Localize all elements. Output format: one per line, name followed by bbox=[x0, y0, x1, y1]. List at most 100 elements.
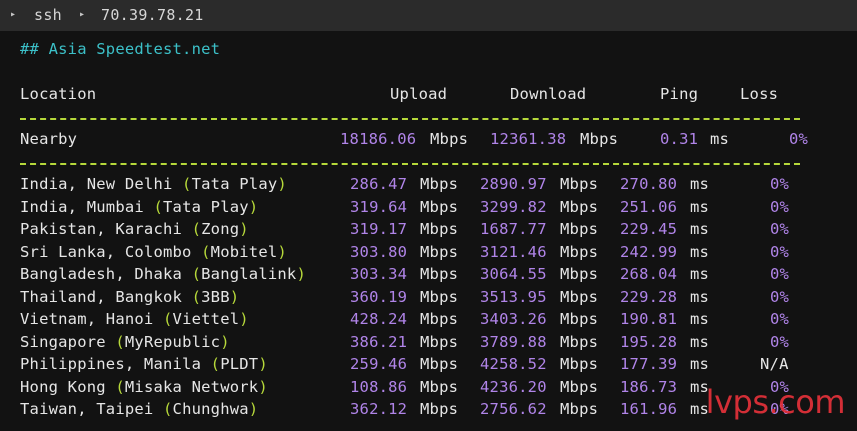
row-loss: 0% bbox=[770, 242, 790, 261]
row-loss: 0% bbox=[770, 332, 790, 351]
watermark: lvps.com bbox=[705, 383, 846, 421]
row-upload-value: 319.64 bbox=[350, 197, 408, 216]
row-isp: Viettel bbox=[172, 310, 240, 328]
header-upload: Upload bbox=[390, 85, 448, 103]
row-upload-value: 319.17 bbox=[350, 220, 408, 238]
row-isp: Banglalink bbox=[201, 265, 297, 283]
nearby-location: Nearby bbox=[20, 130, 78, 148]
row-ping-unit: ms bbox=[690, 310, 710, 328]
row-upload-value: 428.24 bbox=[350, 310, 408, 328]
row-location: Hong Kong (Misaka Network) bbox=[20, 378, 268, 396]
row-loss: 0% bbox=[770, 220, 790, 238]
paren-close: ) bbox=[258, 355, 268, 373]
row-download-value: 3789.88 bbox=[480, 332, 547, 351]
row-location: India, New Delhi (Tata Play) bbox=[20, 175, 287, 193]
row-download-unit: Mbps bbox=[560, 197, 599, 216]
nearby-ping-value: 0.31 bbox=[660, 130, 699, 148]
row-place: Singapore bbox=[20, 332, 116, 351]
paren-close: ) bbox=[277, 175, 287, 193]
triangle-right-icon: ▸ bbox=[79, 9, 86, 20]
row-place: Hong Kong bbox=[20, 377, 116, 396]
paren-open: ( bbox=[162, 310, 173, 328]
paren-open: ( bbox=[115, 332, 125, 351]
row-location: Pakistan, Karachi (Zong) bbox=[20, 220, 249, 238]
divider bbox=[20, 118, 800, 120]
row-place: Thailand, Bangkok bbox=[20, 287, 192, 306]
row-ping-unit: ms bbox=[690, 287, 710, 306]
header-loss: Loss bbox=[740, 85, 779, 103]
row-ping-value: 251.06 bbox=[620, 197, 678, 216]
paren-open: ( bbox=[153, 197, 163, 216]
row-ping-unit: ms bbox=[690, 242, 710, 261]
paren-open: ( bbox=[162, 400, 173, 418]
row-download-value: 1687.77 bbox=[480, 220, 547, 238]
row-location: Thailand, Bangkok (3BB) bbox=[20, 288, 239, 306]
row-download-unit: Mbps bbox=[560, 310, 599, 328]
row-download-unit: Mbps bbox=[560, 265, 599, 283]
row-upload-unit: Mbps bbox=[420, 175, 459, 193]
header-download: Download bbox=[510, 85, 587, 103]
row-ping-unit: ms bbox=[690, 175, 710, 193]
nearby-loss: 0% bbox=[789, 130, 809, 148]
row-download-unit: Mbps bbox=[560, 220, 599, 238]
breadcrumb-host[interactable]: 70.39.78.21 bbox=[101, 6, 204, 24]
row-isp: 3BB bbox=[201, 287, 230, 306]
row-loss: 0% bbox=[770, 287, 790, 306]
row-download-unit: Mbps bbox=[560, 400, 599, 418]
row-ping-value: 270.80 bbox=[620, 175, 678, 193]
row-download-value: 3299.82 bbox=[480, 197, 547, 216]
row-download-value: 3513.95 bbox=[480, 287, 547, 306]
row-loss: N/A bbox=[760, 355, 789, 373]
row-download-value: 3403.26 bbox=[480, 310, 547, 328]
row-download-unit: Mbps bbox=[560, 377, 599, 396]
row-ping-unit: ms bbox=[690, 332, 710, 351]
row-ping-unit: ms bbox=[690, 265, 710, 283]
row-upload-unit: Mbps bbox=[420, 400, 459, 418]
row-upload-value: 360.19 bbox=[350, 287, 408, 306]
row-upload-unit: Mbps bbox=[420, 310, 459, 328]
row-download-unit: Mbps bbox=[560, 242, 599, 261]
row-loss: 0% bbox=[770, 310, 790, 328]
row-download-value: 2890.97 bbox=[480, 175, 547, 193]
row-isp: Mobitel bbox=[210, 242, 278, 261]
row-download-value: 3121.46 bbox=[480, 242, 547, 261]
row-upload-value: 259.46 bbox=[350, 355, 408, 373]
paren-close: ) bbox=[220, 332, 230, 351]
row-ping-unit: ms bbox=[690, 355, 710, 373]
row-upload-unit: Mbps bbox=[420, 355, 459, 373]
terminal-tab-bar: ▸ ssh ▸ 70.39.78.21 bbox=[0, 0, 857, 31]
paren-close: ) bbox=[239, 310, 249, 328]
row-download-value: 3064.55 bbox=[480, 265, 547, 283]
row-place: India, New Delhi bbox=[20, 175, 183, 193]
row-isp: MyRepublic bbox=[124, 332, 221, 351]
row-upload-unit: Mbps bbox=[420, 220, 459, 238]
row-ping-value: 195.28 bbox=[620, 332, 678, 351]
row-loss: 0% bbox=[770, 175, 790, 193]
row-place: Pakistan, Karachi bbox=[20, 220, 192, 238]
row-loss: 0% bbox=[770, 265, 790, 283]
row-location: Taiwan, Taipei (Chunghwa) bbox=[20, 400, 258, 418]
paren-close: ) bbox=[296, 265, 306, 283]
row-place: Taiwan, Taipei bbox=[20, 400, 163, 418]
row-ping-value: 177.39 bbox=[620, 355, 678, 373]
row-download-value: 4236.20 bbox=[480, 377, 547, 396]
row-ping-unit: ms bbox=[690, 220, 710, 238]
row-isp: Misaka Network bbox=[124, 377, 259, 396]
row-upload-unit: Mbps bbox=[420, 377, 459, 396]
breadcrumb-ssh[interactable]: ssh bbox=[34, 6, 62, 24]
row-loss: 0% bbox=[770, 197, 790, 216]
paren-close: ) bbox=[277, 242, 287, 261]
paren-open: ( bbox=[191, 265, 202, 283]
row-upload-unit: Mbps bbox=[420, 332, 459, 351]
row-ping-value: 229.45 bbox=[620, 220, 678, 238]
nearby-ping-unit: ms bbox=[710, 130, 730, 148]
row-location: Singapore (MyRepublic) bbox=[20, 333, 230, 351]
row-download-value: 4258.52 bbox=[480, 355, 547, 373]
row-upload-unit: Mbps bbox=[420, 265, 459, 283]
row-ping-value: 268.04 bbox=[620, 265, 678, 283]
row-download-unit: Mbps bbox=[560, 355, 599, 373]
paren-close: ) bbox=[248, 400, 259, 418]
row-upload-unit: Mbps bbox=[420, 197, 459, 216]
row-upload-value: 108.86 bbox=[350, 377, 408, 396]
row-location: Philippines, Manila (PLDT) bbox=[20, 355, 268, 373]
